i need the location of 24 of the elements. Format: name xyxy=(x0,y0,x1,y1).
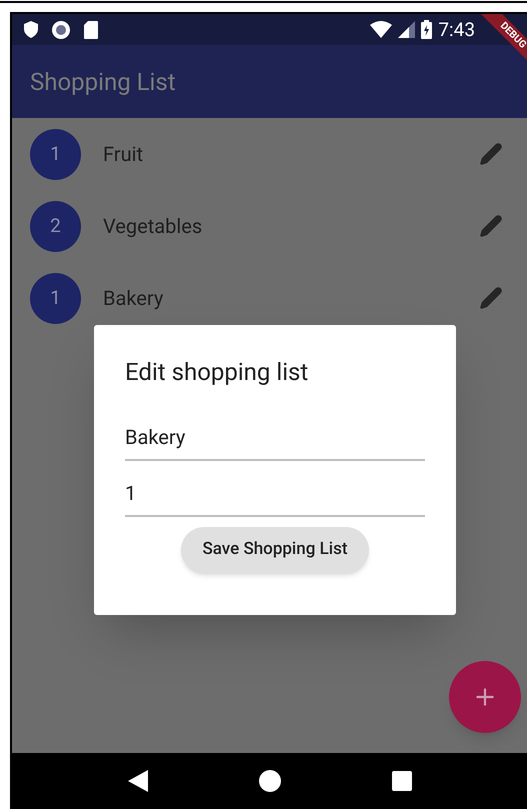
edit-icon[interactable] xyxy=(479,286,503,310)
input-field[interactable]: Bakery xyxy=(125,407,425,461)
app-title: Shopping List xyxy=(30,66,176,98)
count-avatar: 1 xyxy=(30,128,81,180)
edit-icon[interactable] xyxy=(479,142,503,166)
home-icon[interactable] xyxy=(258,770,280,792)
battery-icon xyxy=(421,20,432,39)
wifi-icon xyxy=(370,21,392,38)
status-time: 7:43 xyxy=(438,20,475,39)
signal-icon xyxy=(398,21,416,38)
input-field[interactable]: 1 xyxy=(125,463,425,517)
back-icon[interactable] xyxy=(128,770,148,792)
dialog-title: Edit shopping list xyxy=(125,357,310,388)
count-avatar: 1 xyxy=(30,272,81,324)
list-name: Fruit xyxy=(103,141,144,168)
record-icon xyxy=(52,20,70,38)
edit-icon[interactable] xyxy=(479,214,503,238)
sd-card-icon xyxy=(84,20,98,38)
save-button[interactable]: Save Shopping List xyxy=(181,527,369,573)
list-name: Bakery xyxy=(103,285,164,312)
shield-icon xyxy=(24,21,38,38)
list-name: Vegetables xyxy=(103,213,202,240)
count-avatar: 2 xyxy=(30,200,81,252)
recents-icon[interactable] xyxy=(392,771,412,791)
